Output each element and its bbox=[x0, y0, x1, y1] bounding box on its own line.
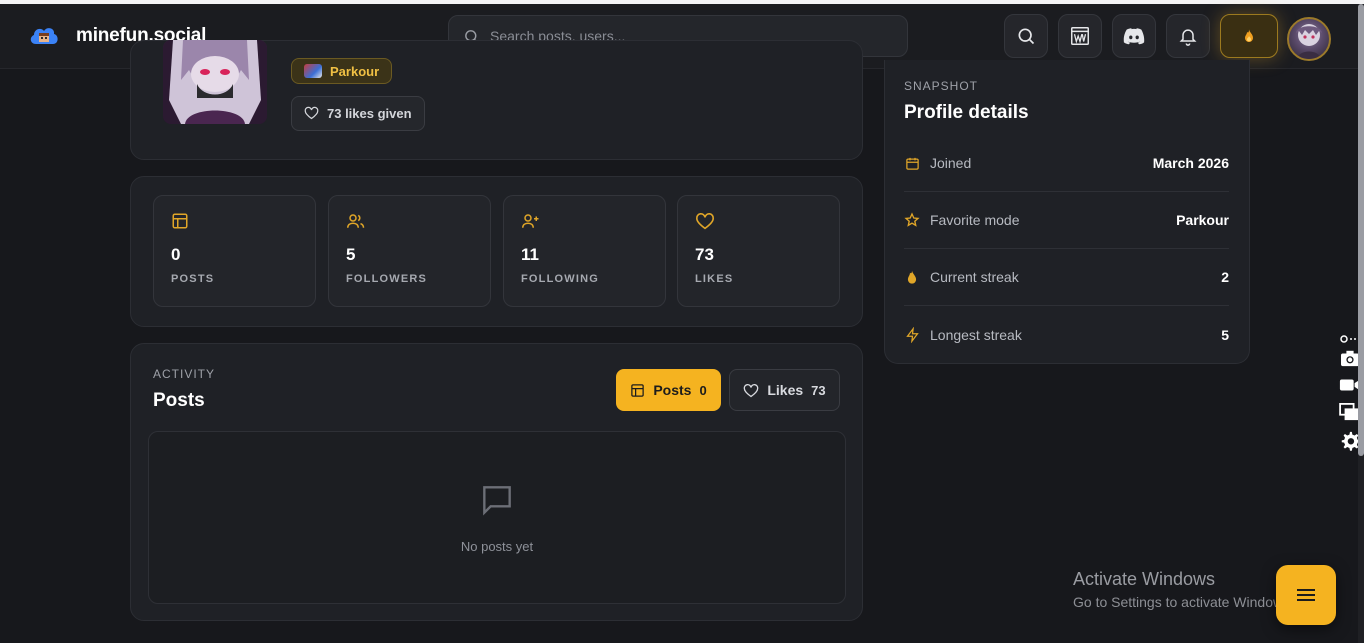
floating-menu-button[interactable] bbox=[1276, 565, 1336, 625]
tab-posts[interactable]: Posts 0 bbox=[616, 369, 721, 411]
stat-value: 0 bbox=[171, 245, 181, 264]
discord-icon bbox=[1123, 28, 1145, 45]
bolt-icon bbox=[905, 326, 919, 343]
detail-label: Current streak bbox=[930, 269, 1019, 285]
mode-badge-label: Parkour bbox=[330, 63, 380, 79]
heart-icon bbox=[744, 383, 759, 397]
stat-value: 5 bbox=[346, 245, 356, 264]
search-button[interactable] bbox=[1004, 14, 1048, 58]
tab-posts-label: Posts bbox=[653, 382, 692, 398]
tab-likes[interactable]: Likes 73 bbox=[729, 369, 840, 411]
stat-posts[interactable]: 0 POSTS bbox=[153, 195, 316, 307]
detail-row-joined: Joined March 2026 bbox=[904, 135, 1229, 192]
followers-icon bbox=[347, 214, 365, 228]
calendar-icon bbox=[905, 157, 919, 170]
streak-flame-icon bbox=[1245, 29, 1253, 42]
search-icon bbox=[1018, 28, 1035, 45]
page-scrollbar-thumb[interactable] bbox=[1358, 4, 1364, 456]
stat-likes[interactable]: 73 LIKES bbox=[677, 195, 840, 307]
stat-label: POSTS bbox=[171, 273, 215, 285]
stat-label: LIKES bbox=[695, 273, 734, 285]
heart-icon bbox=[304, 106, 319, 120]
posts-icon bbox=[172, 213, 188, 229]
user-avatar[interactable] bbox=[1287, 17, 1331, 61]
flame-icon bbox=[907, 270, 917, 284]
detail-value: 5 bbox=[1221, 326, 1229, 343]
likes-given-pill: 73 likes given bbox=[291, 96, 425, 131]
stat-value: 73 bbox=[695, 245, 714, 264]
following-icon bbox=[522, 214, 539, 228]
stat-following[interactable]: 11 FOLLOWING bbox=[503, 195, 666, 307]
activity-title: Posts bbox=[153, 390, 205, 411]
posts-icon bbox=[631, 383, 645, 397]
discord-button[interactable] bbox=[1112, 14, 1156, 58]
details-eyebrow: SNAPSHOT bbox=[904, 79, 979, 93]
detail-label: Longest streak bbox=[930, 326, 1022, 343]
profile-avatar bbox=[163, 40, 267, 124]
avatar-image bbox=[1296, 24, 1322, 59]
detail-label: Joined bbox=[930, 155, 972, 171]
favorite-mode-badge: Parkour bbox=[291, 58, 393, 84]
tab-likes-count: 73 bbox=[811, 382, 826, 398]
wiki-button[interactable] bbox=[1058, 14, 1102, 58]
star-icon bbox=[904, 212, 920, 227]
likes-given-text: 73 likes given bbox=[327, 106, 412, 121]
tab-posts-count: 0 bbox=[699, 382, 707, 398]
wiki-icon bbox=[1071, 27, 1089, 45]
detail-value: Parkour bbox=[1176, 212, 1229, 228]
hamburger-menu-icon bbox=[1297, 589, 1315, 601]
bell-icon bbox=[1179, 29, 1197, 46]
detail-row-current-streak: Current streak 2 bbox=[904, 249, 1229, 306]
details-title: Profile details bbox=[904, 102, 1029, 123]
notifications-button[interactable] bbox=[1166, 14, 1210, 58]
detail-row-favorite-mode: Favorite mode Parkour bbox=[904, 192, 1229, 249]
profile-avatar-image bbox=[163, 40, 267, 124]
detail-value: March 2026 bbox=[1152, 155, 1229, 171]
mode-badge-icon bbox=[304, 64, 322, 78]
stat-followers[interactable]: 5 FOLLOWERS bbox=[328, 195, 491, 307]
stat-label: FOLLOWERS bbox=[346, 273, 428, 285]
brand-logo-icon bbox=[30, 28, 58, 44]
message-icon bbox=[483, 486, 511, 516]
tab-likes-label: Likes bbox=[767, 382, 804, 398]
stat-value: 11 bbox=[521, 245, 539, 264]
stat-label: FOLLOWING bbox=[521, 273, 600, 285]
empty-posts-text: No posts yet bbox=[460, 539, 534, 554]
activity-eyebrow: ACTIVITY bbox=[153, 367, 216, 381]
detail-label: Favorite mode bbox=[930, 212, 1020, 228]
heart-icon bbox=[695, 213, 715, 230]
windows-activation-title: Activate Windows bbox=[1073, 569, 1216, 589]
detail-value: 2 bbox=[1221, 269, 1229, 285]
streak-button[interactable] bbox=[1220, 14, 1278, 58]
detail-row-longest-streak: Longest streak 5 bbox=[904, 306, 1229, 363]
